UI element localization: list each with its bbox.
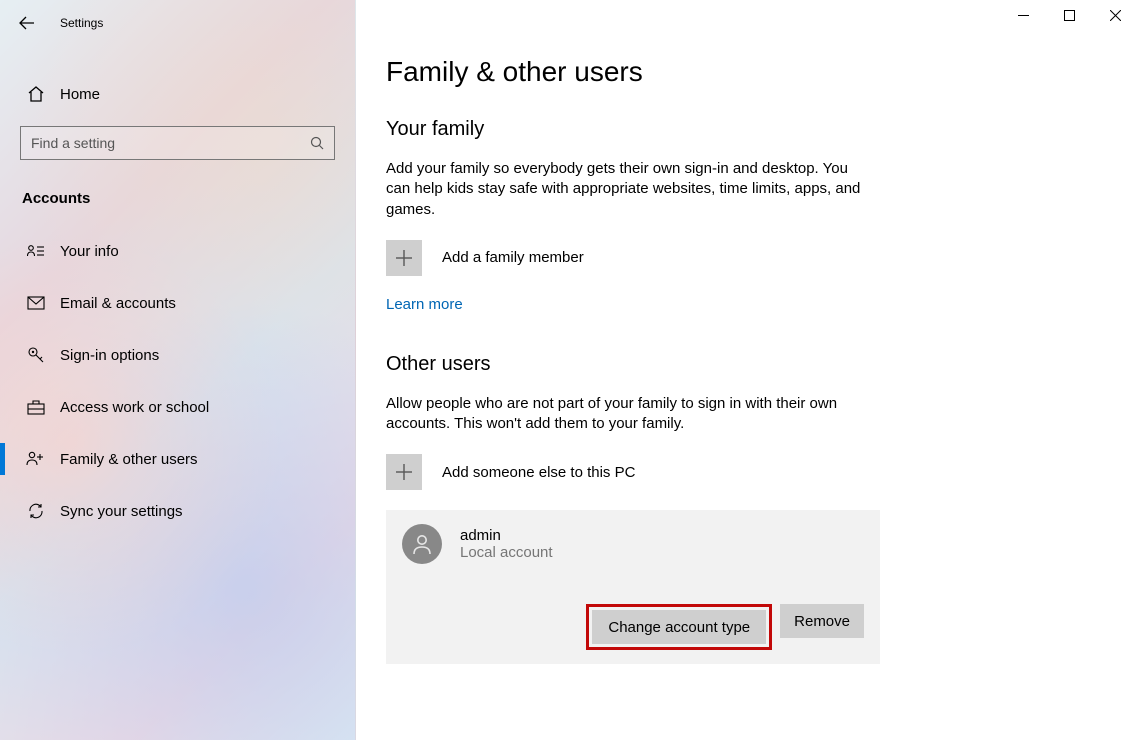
search-container	[20, 126, 335, 160]
add-other-label: Add someone else to this PC	[442, 464, 635, 481]
minimize-icon	[1018, 10, 1029, 21]
nav-label: Your info	[60, 243, 119, 260]
user-actions: Change account type Remove	[402, 604, 864, 650]
other-users-description: Allow people who are not part of your fa…	[386, 394, 866, 435]
avatar	[402, 524, 442, 564]
nav-sync-settings[interactable]: Sync your settings	[0, 485, 355, 537]
back-button[interactable]	[12, 8, 42, 38]
remove-button[interactable]: Remove	[780, 604, 864, 638]
sidebar: Settings Home Accounts Your info Email &…	[0, 0, 356, 740]
maximize-icon	[1064, 10, 1075, 21]
minimize-button[interactable]	[1000, 0, 1046, 30]
user-card[interactable]: admin Local account Change account type …	[386, 510, 880, 664]
other-users-heading: Other users	[386, 353, 886, 376]
nav-label: Sync your settings	[60, 503, 183, 520]
user-info: admin Local account	[460, 527, 553, 561]
close-icon	[1110, 10, 1121, 21]
search-icon	[300, 136, 334, 151]
maximize-button[interactable]	[1046, 0, 1092, 30]
nav-label: Access work or school	[60, 399, 209, 416]
add-family-member[interactable]: Add a family member	[386, 240, 886, 276]
nav-family-other-users[interactable]: Family & other users	[0, 433, 355, 485]
plus-tile	[386, 240, 422, 276]
user-header: admin Local account	[402, 524, 864, 564]
people-plus-icon	[26, 450, 46, 468]
nav-label: Family & other users	[60, 451, 198, 468]
content-area: Family & other users Your family Add you…	[356, 0, 916, 664]
window-controls	[1000, 0, 1138, 30]
search-input[interactable]	[21, 135, 300, 151]
search-box[interactable]	[20, 126, 335, 160]
arrow-left-icon	[19, 15, 35, 31]
nav-access-work-school[interactable]: Access work or school	[0, 381, 355, 433]
nav-label: Email & accounts	[60, 295, 176, 312]
close-button[interactable]	[1092, 0, 1138, 30]
highlight-box: Change account type	[586, 604, 772, 650]
person-card-icon	[26, 243, 46, 259]
change-account-type-button[interactable]: Change account type	[592, 610, 766, 644]
home-label: Home	[60, 86, 100, 103]
envelope-icon	[26, 296, 46, 310]
family-description: Add your family so everybody gets their …	[386, 159, 866, 220]
plus-tile	[386, 454, 422, 490]
main-panel: Family & other users Your family Add you…	[356, 0, 1138, 740]
nav-email-accounts[interactable]: Email & accounts	[0, 277, 355, 329]
add-family-label: Add a family member	[442, 249, 584, 266]
plus-icon	[395, 463, 413, 481]
key-icon	[26, 346, 46, 364]
nav-signin-options[interactable]: Sign-in options	[0, 329, 355, 381]
titlebar: Settings	[0, 6, 355, 40]
nav-your-info[interactable]: Your info	[0, 225, 355, 277]
briefcase-icon	[26, 399, 46, 415]
home-icon	[26, 85, 46, 103]
plus-icon	[395, 249, 413, 267]
category-heading: Accounts	[22, 190, 355, 207]
user-type: Local account	[460, 544, 553, 561]
sync-icon	[26, 502, 46, 520]
window-title: Settings	[60, 16, 103, 30]
nav-label: Sign-in options	[60, 347, 159, 364]
user-name: admin	[460, 527, 553, 544]
add-other-user[interactable]: Add someone else to this PC	[386, 454, 886, 490]
learn-more-link[interactable]: Learn more	[386, 296, 463, 313]
family-heading: Your family	[386, 118, 886, 141]
person-icon	[410, 532, 434, 556]
home-nav[interactable]: Home	[0, 68, 355, 120]
page-title: Family & other users	[386, 56, 886, 88]
nav-list: Your info Email & accounts Sign-in optio…	[0, 225, 355, 537]
